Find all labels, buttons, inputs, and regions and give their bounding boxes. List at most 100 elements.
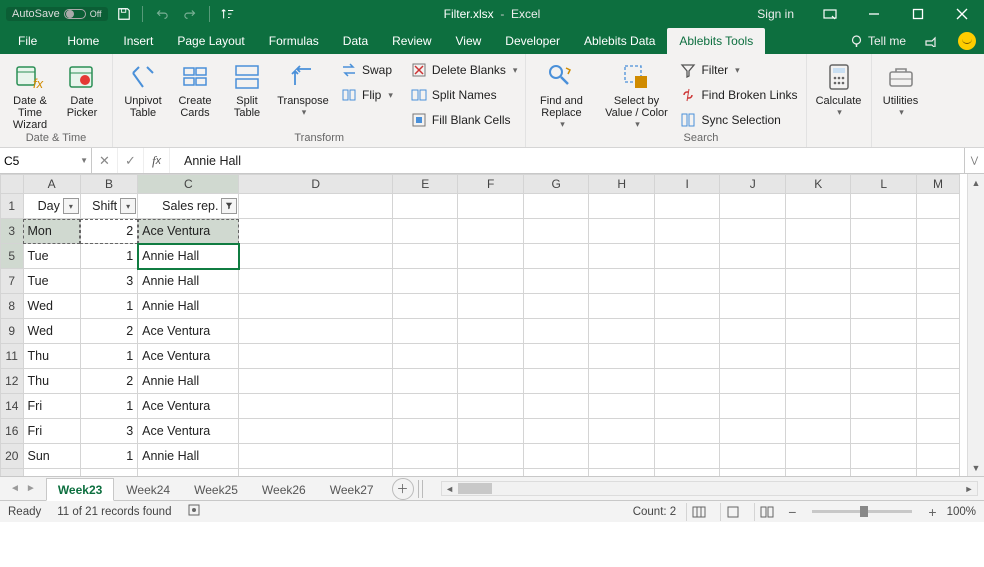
redo-icon[interactable] [177,0,205,28]
filter-dropdown-day[interactable]: ▾ [63,198,79,214]
tab-view[interactable]: View [444,28,494,54]
cancel-formula-button[interactable]: ✕ [92,148,118,173]
flip-button[interactable]: Flip ▾ [337,84,397,106]
feedback-smiley-icon[interactable] [958,32,976,50]
calculate-button[interactable]: Calculate ▾ [811,57,867,118]
tab-ablebits-data[interactable]: Ablebits Data [572,28,667,54]
tell-me-button[interactable]: Tell me [850,34,906,48]
undo-icon[interactable] [147,0,175,28]
header-day[interactable]: Day▾ [23,194,80,219]
zoom-in-button[interactable]: + [928,504,936,520]
close-button[interactable] [940,0,984,28]
filter-button[interactable]: Filter ▾ [676,59,801,81]
vertical-scrollbar[interactable]: ▲ ▼ [967,174,984,476]
sheet-tab-week27[interactable]: Week27 [318,478,386,501]
table-row[interactable]: 12Thu2Annie Hall [1,369,960,394]
enter-formula-button[interactable]: ✓ [118,148,144,173]
tab-page-layout[interactable]: Page Layout [165,28,256,54]
create-cards-button[interactable]: Create Cards [169,57,221,119]
signin-button[interactable]: Sign in [743,0,808,28]
table-row[interactable]: 20Sun1Annie Hall [1,444,960,469]
share-icon[interactable] [924,33,940,50]
expand-formula-bar-button[interactable]: ⋁ [964,148,984,173]
table-row[interactable]: 11Thu1Ace Ventura [1,344,960,369]
cell-grid[interactable]: A B C D E F G H I J K L M 1 [0,174,967,476]
horizontal-scrollbar[interactable]: ◄ ► [441,481,978,496]
sheet-tab-week26[interactable]: Week26 [250,478,318,501]
transpose-button[interactable]: Transpose ▾ [273,57,333,118]
header-shift[interactable]: Shift▾ [80,194,137,219]
find-broken-links-button[interactable]: Find Broken Links [676,84,801,106]
sheet-tab-week23[interactable]: Week23 [46,478,114,501]
swap-button[interactable]: Swap [337,59,397,81]
split-names-button[interactable]: Split Names [407,84,522,106]
zoom-slider[interactable] [812,510,912,513]
filter-dropdown-shift[interactable]: ▾ [120,198,136,214]
delete-blanks-button[interactable]: Delete Blanks ▾ [407,59,522,81]
table-row[interactable]: 14Fri1Ace Ventura [1,394,960,419]
minimize-button[interactable] [852,0,896,28]
date-picker-button[interactable]: Date Picker [56,57,108,119]
chevron-down-icon[interactable]: ▼ [80,156,88,165]
maximize-button[interactable] [896,0,940,28]
zoom-knob[interactable] [860,506,868,517]
scroll-thumb[interactable] [458,483,492,494]
tab-review[interactable]: Review [380,28,443,54]
sheet-tab-week24[interactable]: Week24 [114,478,182,501]
next-sheet-icon[interactable]: ► [26,483,36,494]
table-row[interactable]: 3Mon2Ace Ventura [1,219,960,244]
scroll-up-icon[interactable]: ▲ [968,174,984,191]
utilities-button[interactable]: Utilities ▾ [876,57,926,118]
table-row[interactable]: 5Tue1Annie Hall [1,244,960,269]
tab-ablebits-tools[interactable]: Ablebits Tools [667,28,765,54]
zoom-level[interactable]: 100% [947,506,976,518]
group-transform: Unpivot Table Create Cards Split Table T… [113,54,526,147]
sheet-nav-arrows[interactable]: ◄► [0,483,46,494]
tab-file[interactable]: File [0,28,55,54]
scroll-left-icon[interactable]: ◄ [442,484,458,494]
macro-record-icon[interactable] [187,503,201,520]
fx-button[interactable]: fx [144,148,170,173]
header-salesrep[interactable]: Sales rep. [138,194,239,219]
select-by-value-color-button[interactable]: Select by Value / Color ▾ [600,57,672,130]
tab-data[interactable]: Data [331,28,380,54]
column-headers[interactable]: A B C D E F G H I J K L M [1,175,960,194]
prev-sheet-icon[interactable]: ◄ [10,483,20,494]
name-box[interactable]: ▼ [0,148,92,173]
sheet-tab-week25[interactable]: Week25 [182,478,250,501]
unpivot-table-button[interactable]: Unpivot Table [117,57,169,119]
date-time-wizard-button[interactable]: fx Date & Time Wizard [4,57,56,131]
new-sheet-button[interactable]: ＋ [392,478,414,500]
worksheet-area: A B C D E F G H I J K L M 1 [0,174,984,476]
scroll-right-icon[interactable]: ► [961,484,977,494]
ribbon-display-options-icon[interactable] [808,0,852,28]
tab-splitter[interactable] [418,480,423,498]
select-all-corner[interactable] [1,175,24,194]
zoom-out-button[interactable]: − [788,504,796,520]
formula-value[interactable]: Annie Hall [170,148,964,173]
scroll-down-icon[interactable]: ▼ [968,459,984,476]
broken-link-icon [680,87,696,103]
autosave-toggle[interactable]: AutoSave Off [6,7,108,21]
split-table-button[interactable]: Split Table [221,57,273,119]
view-page-layout-button[interactable] [720,503,744,521]
view-normal-button[interactable] [686,503,710,521]
find-and-replace-button[interactable]: Find and Replace ▾ [530,57,592,130]
table-row[interactable]: 8Wed1Annie Hall [1,294,960,319]
tab-insert[interactable]: Insert [111,28,165,54]
sort-icon[interactable] [214,0,242,28]
filter-dropdown-salesrep-active[interactable] [221,198,237,214]
table-row[interactable]: 1 Day▾ Shift▾ Sales rep. [1,194,960,219]
tab-home[interactable]: Home [55,28,111,54]
fill-blank-cells-button[interactable]: Fill Blank Cells [407,109,522,131]
sync-selection-button[interactable]: Sync Selection [676,109,801,131]
save-icon[interactable] [110,0,138,28]
tab-formulas[interactable]: Formulas [257,28,331,54]
table-row[interactable]: 16Fri3Ace Ventura [1,419,960,444]
name-box-input[interactable] [4,154,87,168]
table-row[interactable]: 9Wed2Ace Ventura [1,319,960,344]
tab-developer[interactable]: Developer [493,28,572,54]
view-page-break-button[interactable] [754,503,778,521]
table-row[interactable]: 7Tue3Annie Hall [1,269,960,294]
table-row[interactable] [1,469,960,477]
